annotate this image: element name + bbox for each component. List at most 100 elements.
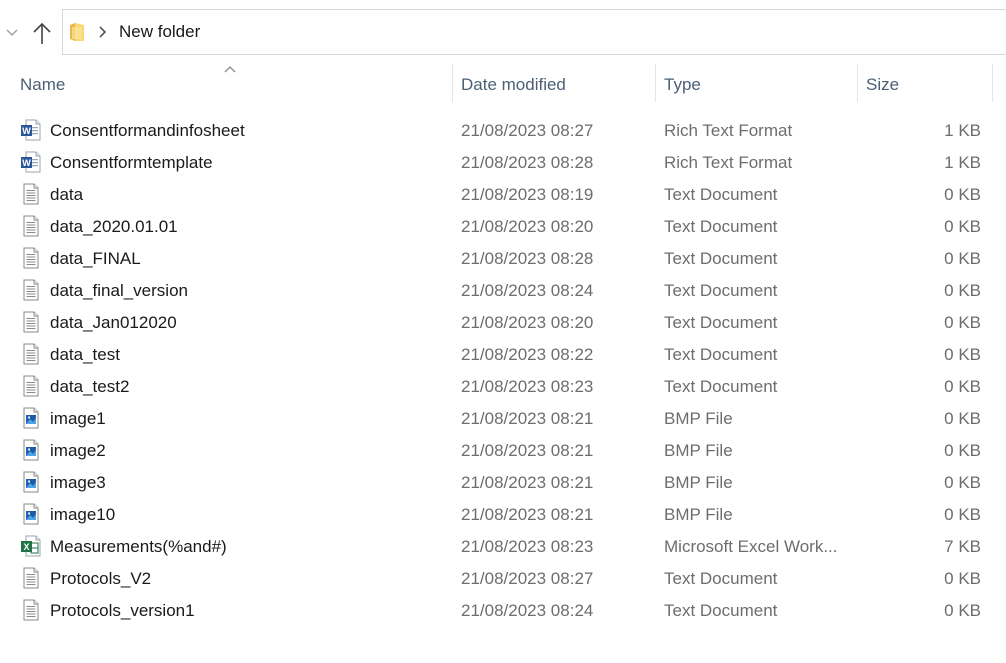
file-type: Text Document — [664, 345, 778, 364]
svg-text:X: X — [23, 542, 29, 552]
file-date-modified: 21/08/2023 08:21 — [461, 473, 594, 492]
file-type: Text Document — [664, 377, 778, 396]
column-header-name[interactable]: Name — [20, 75, 65, 95]
file-name: image2 — [50, 441, 106, 460]
file-size: 0 KB — [944, 473, 981, 492]
text-document-icon — [21, 599, 41, 621]
address-bar: New folder — [0, 0, 1006, 64]
file-size: 7 KB — [944, 537, 981, 556]
bitmap-image-icon — [21, 407, 41, 429]
file-size: 0 KB — [944, 441, 981, 460]
text-document-icon — [21, 311, 41, 333]
file-type: Text Document — [664, 313, 778, 332]
file-date-modified: 21/08/2023 08:27 — [461, 569, 594, 588]
column-divider[interactable] — [857, 64, 858, 102]
breadcrumb-current-folder[interactable]: New folder — [119, 22, 200, 42]
column-divider[interactable] — [452, 64, 453, 102]
file-row[interactable]: data_FINAL 21/08/2023 08:28 Text Document 0… — [0, 242, 1006, 274]
text-document-icon — [21, 375, 41, 397]
file-name: data_FINAL — [50, 249, 141, 268]
file-date-modified: 21/08/2023 08:21 — [461, 409, 594, 428]
file-size: 0 KB — [944, 409, 981, 428]
column-header-type[interactable]: Type — [664, 75, 701, 95]
file-type: Rich Text Format — [664, 153, 793, 172]
file-name: data_test — [50, 345, 120, 364]
file-size: 0 KB — [944, 281, 981, 300]
file-name: image1 — [50, 409, 106, 428]
text-document-icon — [21, 247, 41, 269]
file-size: 0 KB — [944, 569, 981, 588]
column-header-size[interactable]: Size — [866, 75, 899, 95]
file-row[interactable]: X Measurements(%and#) 21/08/2023 08:23 Micr… — [0, 530, 1006, 562]
sort-ascending-icon — [224, 66, 236, 73]
file-size: 1 KB — [944, 153, 981, 172]
file-row[interactable]: W Consentformtemplate 21/08/2023 08:28 Rich… — [0, 146, 1006, 178]
text-document-icon — [21, 343, 41, 365]
file-date-modified: 21/08/2023 08:22 — [461, 345, 594, 364]
file-type: BMP File — [664, 473, 733, 492]
file-type: BMP File — [664, 409, 733, 428]
column-divider[interactable] — [992, 64, 993, 102]
file-row[interactable]: image2 21/08/2023 08:21 BMP File 0 KB — [0, 434, 1006, 466]
up-arrow-icon[interactable] — [30, 20, 54, 46]
file-row[interactable]: data_Jan012020 21/08/2023 08:20 Text Docum… — [0, 306, 1006, 338]
file-list: W Consentformandinfosheet 21/08/2023 08:27… — [0, 114, 1006, 626]
file-row[interactable]: image1 21/08/2023 08:21 BMP File 0 KB — [0, 402, 1006, 434]
text-document-icon — [21, 183, 41, 205]
word-document-icon: W — [21, 119, 41, 141]
file-name: data_test2 — [50, 377, 130, 396]
chevron-down-icon[interactable] — [4, 24, 20, 40]
column-header-row: Name Date modified Type Size — [0, 64, 1006, 104]
file-type: Text Document — [664, 217, 778, 236]
file-type: Microsoft Excel Work... — [664, 537, 838, 556]
file-size: 0 KB — [944, 217, 981, 236]
chevron-right-icon[interactable] — [97, 26, 107, 38]
file-size: 0 KB — [944, 249, 981, 268]
file-name: Consentformtemplate — [50, 153, 213, 172]
file-size: 0 KB — [944, 505, 981, 524]
word-document-icon: W — [21, 151, 41, 173]
file-size: 0 KB — [944, 601, 981, 620]
file-row[interactable]: data 21/08/2023 08:19 Text Document 0 KB — [0, 178, 1006, 210]
file-date-modified: 21/08/2023 08:24 — [461, 601, 594, 620]
column-divider[interactable] — [655, 64, 656, 102]
file-size: 0 KB — [944, 313, 981, 332]
file-type: BMP File — [664, 441, 733, 460]
file-name: image3 — [50, 473, 106, 492]
file-name: data_Jan012020 — [50, 313, 177, 332]
file-type: BMP File — [664, 505, 733, 524]
file-name: Protocols_version1 — [50, 601, 195, 620]
file-date-modified: 21/08/2023 08:21 — [461, 505, 594, 524]
file-date-modified: 21/08/2023 08:19 — [461, 185, 594, 204]
file-row[interactable]: W Consentformandinfosheet 21/08/2023 08:27… — [0, 114, 1006, 146]
bitmap-image-icon — [21, 471, 41, 493]
address-field[interactable]: New folder — [62, 9, 1006, 55]
bitmap-image-icon — [21, 503, 41, 525]
file-name: Consentformandinfosheet — [50, 121, 245, 140]
bitmap-image-icon — [21, 439, 41, 461]
file-type: Text Document — [664, 185, 778, 204]
file-date-modified: 21/08/2023 08:20 — [461, 217, 594, 236]
file-type: Text Document — [664, 569, 778, 588]
file-row[interactable]: data_test 21/08/2023 08:22 Text Document 0 … — [0, 338, 1006, 370]
file-name: Measurements(%and#) — [50, 537, 227, 556]
file-size: 0 KB — [944, 377, 981, 396]
folder-icon — [70, 23, 84, 41]
file-type: Rich Text Format — [664, 121, 793, 140]
file-row[interactable]: data_2020.01.01 21/08/2023 08:20 Text Docu… — [0, 210, 1006, 242]
file-row[interactable]: Protocols_version1 21/08/2023 08:24 Text D… — [0, 594, 1006, 626]
file-size: 0 KB — [944, 185, 981, 204]
file-row[interactable]: data_final_version 21/08/2023 08:24 Text D… — [0, 274, 1006, 306]
file-type: Text Document — [664, 601, 778, 620]
file-row[interactable]: image10 21/08/2023 08:21 BMP File 0 KB — [0, 498, 1006, 530]
file-date-modified: 21/08/2023 08:24 — [461, 281, 594, 300]
text-document-icon — [21, 567, 41, 589]
file-size: 0 KB — [944, 345, 981, 364]
file-name: data_2020.01.01 — [50, 217, 178, 236]
column-header-date-modified[interactable]: Date modified — [461, 75, 566, 95]
file-name: data — [50, 185, 84, 204]
file-row[interactable]: Protocols_V2 21/08/2023 08:27 Text Documen… — [0, 562, 1006, 594]
file-type: Text Document — [664, 281, 778, 300]
file-row[interactable]: data_test2 21/08/2023 08:23 Text Document 0… — [0, 370, 1006, 402]
file-row[interactable]: image3 21/08/2023 08:21 BMP File 0 KB — [0, 466, 1006, 498]
